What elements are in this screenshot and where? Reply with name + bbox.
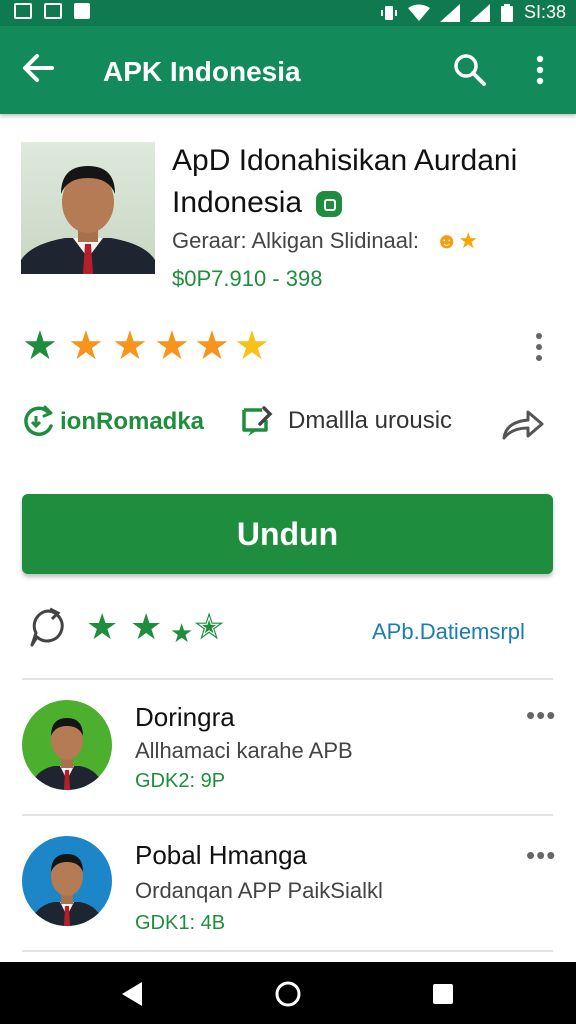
star-icon: ★ xyxy=(130,606,163,647)
avatar xyxy=(22,700,112,790)
app-icon xyxy=(21,142,155,274)
item-subtitle: Ordanqan APP PaikSialkl xyxy=(135,878,383,903)
arrow-left-icon[interactable] xyxy=(20,50,56,86)
status-bar: SI:38 xyxy=(0,0,576,26)
award-icons: ☻★ xyxy=(435,228,478,254)
more-horiz-icon[interactable]: ••• xyxy=(526,840,556,871)
battery-icon xyxy=(500,3,513,22)
meta-row: ★ ★ ★ ✭ APb.Datiemsrpl xyxy=(22,605,558,655)
action-button-2[interactable]: Dmallla urousic xyxy=(240,404,452,438)
person-avatar xyxy=(30,854,104,926)
action-button-1[interactable]: ionRomadka xyxy=(22,404,204,440)
star-icon: ★ xyxy=(86,606,119,647)
list-item[interactable]: Doringra Allhamaci karahe APB GDK2: 9P •… xyxy=(0,692,576,812)
app-bar: APK Indonesia xyxy=(0,26,576,114)
item-title: Pobal Hmanga xyxy=(135,840,307,870)
vibrate-icon xyxy=(380,5,397,20)
share-icon[interactable] xyxy=(500,404,546,444)
item-price: GDK1: 4B xyxy=(135,912,226,934)
refresh-icon xyxy=(24,405,53,436)
app-subtitle-row: Geraar: Alkigan Slidinaal: ☻★ xyxy=(172,228,478,254)
item-title: Doringra xyxy=(135,702,235,732)
image-notification-icon xyxy=(14,3,32,19)
person-avatar xyxy=(30,718,104,790)
star-icon: ✭ xyxy=(194,606,225,647)
signal-icon-1 xyxy=(439,3,460,22)
signal-icon-2 xyxy=(469,3,490,22)
avatar xyxy=(22,836,112,926)
comment-icon[interactable] xyxy=(28,607,68,651)
action-label-2: Dmallla urousic xyxy=(288,407,453,434)
rating-row: ★ ★ ★ ★ ★ ★ xyxy=(22,326,558,370)
notification-icons xyxy=(14,3,90,19)
star-icon[interactable]: ★ xyxy=(112,326,148,366)
more-vert-icon[interactable] xyxy=(532,330,546,366)
status-time: SI:38 xyxy=(523,2,566,22)
app-name-line2: Indonesia xyxy=(172,186,303,219)
nav-home-icon[interactable] xyxy=(273,979,303,1009)
app-bar-title: APK Indonesia xyxy=(103,56,301,87)
star-icon[interactable]: ★ xyxy=(234,326,270,366)
action-label-1: ionRomadka xyxy=(60,408,205,435)
system-icons: SI:38 xyxy=(380,2,566,23)
star-icon[interactable]: ★ xyxy=(22,326,58,366)
install-button[interactable]: Undun xyxy=(22,494,553,574)
item-subtitle: Allhamaci karahe APB xyxy=(135,738,353,763)
star-icon[interactable]: ★ xyxy=(194,326,230,366)
app-name-line1: ApD Idonahisikan Aurdani xyxy=(172,144,518,177)
wifi-icon xyxy=(407,4,430,21)
app-header: ApD Idonahisikan Aurdani Indonesia Geraa… xyxy=(0,130,576,291)
search-icon[interactable] xyxy=(452,52,488,88)
developer-link[interactable]: APb.Datiemsrpl xyxy=(372,619,525,645)
app-subtitle: Geraar: Alkigan Slidinaal: xyxy=(172,228,420,253)
item-price: GDK2: 9P xyxy=(135,770,226,792)
divider xyxy=(22,814,553,816)
star-icon[interactable]: ★ xyxy=(68,326,104,366)
star-icon[interactable]: ★ xyxy=(154,326,190,366)
emoji-icon: ☻ xyxy=(435,228,459,253)
nav-recents-icon[interactable] xyxy=(430,981,456,1007)
more-horiz-icon[interactable]: ••• xyxy=(526,700,556,731)
navigation-bar xyxy=(0,962,576,1024)
app-notification-icon xyxy=(44,3,62,19)
star-icon: ★ xyxy=(170,618,194,648)
message-notification-icon xyxy=(74,3,90,19)
nav-back-icon[interactable] xyxy=(118,980,146,1008)
verified-badge-icon xyxy=(316,191,343,218)
app-name: ApD Idonahisikan Aurdani Indonesia xyxy=(172,140,562,224)
person-portrait xyxy=(21,166,155,274)
star-icon: ★ xyxy=(458,228,479,253)
more-vert-icon[interactable] xyxy=(532,52,548,88)
list-item[interactable]: Pobal Hmanga Ordanqan APP PaikSialkl GDK… xyxy=(0,828,576,948)
chat-icon xyxy=(242,406,273,436)
divider xyxy=(22,678,553,680)
app-price: $0P7.910 - 398 xyxy=(172,266,323,291)
divider xyxy=(22,950,553,952)
action-row: ionRomadka Dmallla urousic xyxy=(22,404,558,450)
